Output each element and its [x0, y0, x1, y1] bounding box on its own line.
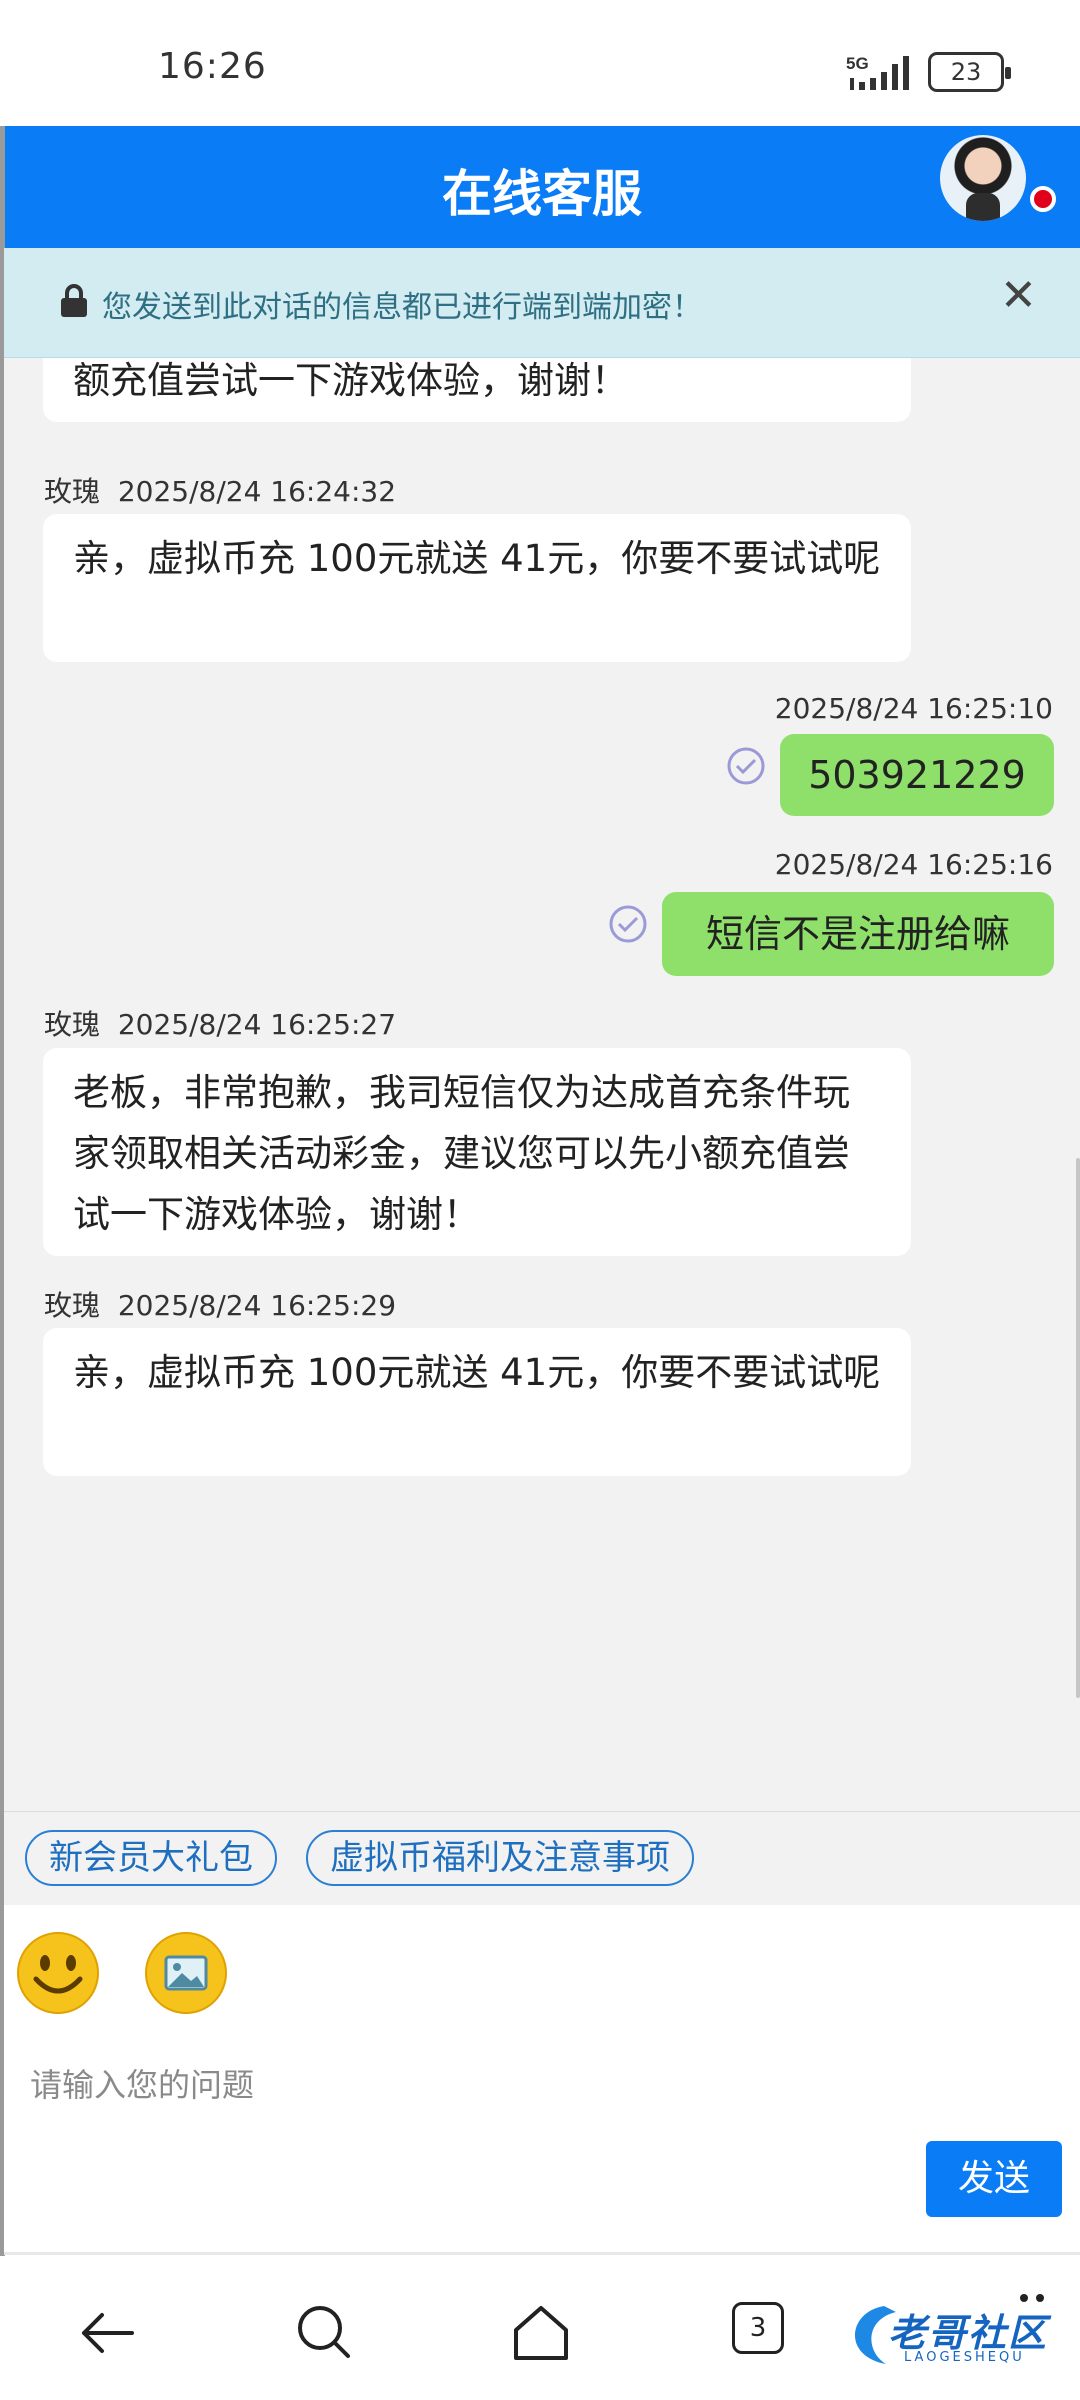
message-bubble: 短信不是注册给嘛 [662, 892, 1054, 976]
quick-reply-coin-benefits[interactable]: 虚拟币福利及注意事项 [306, 1830, 694, 1886]
quick-reply-new-member[interactable]: 新会员大礼包 [25, 1830, 277, 1886]
message-input[interactable] [30, 2035, 1010, 2135]
home-icon[interactable] [506, 2298, 576, 2368]
message-text: 亲，虚拟币充 100元就送 41元，你要不要试试呢 [73, 537, 881, 580]
page-title: 在线客服 [442, 165, 642, 223]
check-icon [609, 905, 647, 943]
image-upload-icon[interactable] [144, 1931, 228, 2015]
chat-header: 在线客服 [4, 126, 1080, 248]
message-text: 额充值尝试一下游戏体验，谢谢！ [73, 359, 628, 402]
back-arrow-icon[interactable] [72, 2298, 142, 2368]
quick-reply-bar: 新会员大礼包 虚拟币福利及注意事项 [4, 1811, 1080, 1905]
watermark-text: 老哥社区 [888, 2311, 1049, 2355]
message-meta: 玫瑰 2025/8/24 16:25:27 [44, 1003, 396, 1043]
banner-text: 您发送到此对话的信息都已进行端到端加密！ [102, 290, 702, 325]
message-time: 2025/8/24 16:25:29 [117, 1289, 397, 1322]
search-icon[interactable] [290, 2298, 360, 2368]
system-nav-bar: 3 老哥社区 LAOGESHEQU [0, 2258, 1080, 2400]
message-bubble: 老板，非常抱歉，我司短信仅为达成首充条件玩家领取相关活动彩金，建议您可以先小额充… [43, 1048, 911, 1256]
message-text: 503921229 [808, 753, 1026, 797]
app-screen: 16:26 5G 23 在线客服 您发送到此对话的信息都已进行端到端加密！ ✕ [0, 0, 1080, 2400]
sender-name: 玫瑰 [44, 1289, 101, 1322]
message-bubble: 额充值尝试一下游戏体验，谢谢！ [43, 358, 911, 422]
battery-level: 23 [950, 58, 982, 86]
encryption-banner: 您发送到此对话的信息都已进行端到端加密！ ✕ [4, 248, 1080, 358]
message-text: 短信不是注册给嘛 [705, 912, 1010, 956]
lock-icon [61, 284, 87, 317]
status-bar: 16:26 5G 23 [0, 0, 1080, 126]
close-icon[interactable]: ✕ [1000, 274, 1037, 318]
signal-icon: 5G [846, 54, 909, 90]
message-time: 2025/8/24 16:25:27 [117, 1008, 397, 1041]
message-text: 老板，非常抱歉，我司短信仅为达成首充条件玩家领取相关活动彩金，建议您可以先小额充… [73, 1071, 850, 1236]
message-meta: 玫瑰 2025/8/24 16:25:29 [44, 1284, 396, 1324]
tabs-count-button[interactable]: 3 [732, 2302, 784, 2354]
message-text: 亲，虚拟币充 100元就送 41元，你要不要试试呢 [73, 1351, 881, 1394]
message-time: 2025/8/24 16:25:10 [774, 692, 1053, 725]
status-time: 16:26 [158, 46, 267, 87]
send-button[interactable]: 发送 [926, 2141, 1062, 2217]
watermark-subtext: LAOGESHEQU [904, 2350, 1025, 2365]
message-bubble: 503921229 [780, 734, 1054, 816]
sender-name: 玫瑰 [44, 1008, 101, 1041]
battery-icon: 23 [928, 52, 1011, 92]
scrollbar[interactable] [1076, 1158, 1080, 1698]
composer: 发送 [4, 1905, 1080, 2255]
sender-name: 玫瑰 [44, 475, 101, 508]
message-bubble: 亲，虚拟币充 100元就送 41元，你要不要试试呢 [43, 1328, 911, 1476]
message-time: 2025/8/24 16:25:16 [774, 848, 1053, 881]
message-time: 2025/8/24 16:24:32 [117, 475, 397, 508]
emoji-icon[interactable] [16, 1931, 100, 2015]
agent-avatar[interactable] [940, 135, 1026, 221]
message-bubble: 亲，虚拟币充 100元就送 41元，你要不要试试呢 [43, 514, 911, 662]
message-meta: 玫瑰 2025/8/24 16:24:32 [44, 470, 396, 510]
network-type: 5G [846, 54, 869, 73]
check-icon [727, 747, 765, 785]
message-list[interactable]: 额充值尝试一下游戏体验，谢谢！ 玫瑰 2025/8/24 16:24:32 亲，… [4, 358, 1080, 1811]
status-dot [1030, 186, 1056, 212]
